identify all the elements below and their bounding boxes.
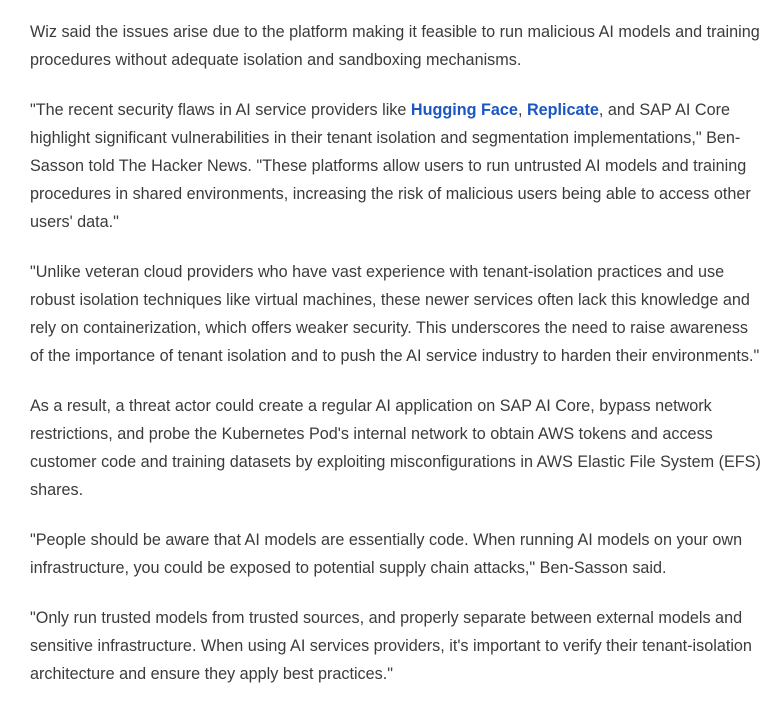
paragraph-5: "People should be aware that AI models a…	[30, 531, 743, 577]
paragraph-4: As a result, a threat actor could create…	[30, 397, 761, 499]
article-body: Wiz said the issues arise due to the pla…	[30, 18, 763, 710]
paragraph-6: "Only run trusted models from trusted so…	[30, 609, 752, 683]
paragraph-1: Wiz said the issues arise due to the pla…	[30, 23, 760, 69]
replicate-link[interactable]: Replicate	[527, 101, 599, 119]
paragraph-2-rest: , and SAP AI Core highlight significant …	[30, 101, 751, 231]
paragraph-2-separator: ,	[517, 101, 527, 119]
paragraph-2: "The recent security flaws in AI service…	[30, 96, 763, 236]
hugging-face-link[interactable]: Hugging Face	[411, 101, 518, 119]
paragraph-2-intro: "The recent security flaws in AI service…	[30, 101, 411, 119]
paragraph-3: "Unlike veteran cloud providers who have…	[30, 263, 760, 365]
